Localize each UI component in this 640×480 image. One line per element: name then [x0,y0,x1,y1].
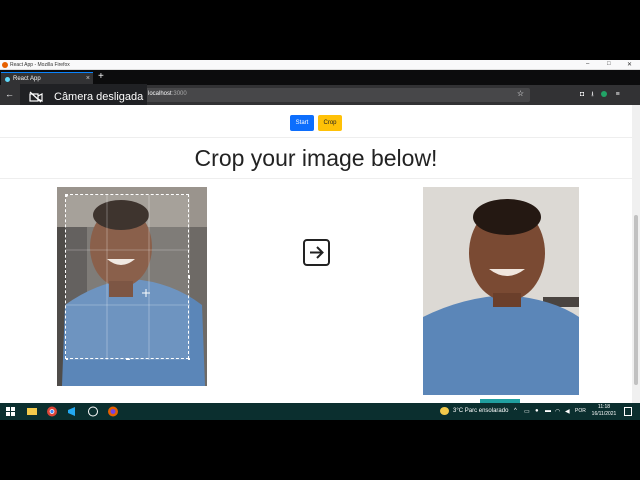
react-favicon-icon [5,77,10,82]
download-icon[interactable]: ⭳ [591,91,600,98]
camera-off-icon [29,91,43,103]
clock-date: 16/11/2021 [591,411,617,417]
window-titlebar: React App - Mozilla Firefox – □ ✕ [0,60,640,70]
crop-button[interactable]: Crop [318,115,342,131]
firefox-logo-icon [2,62,8,68]
page-content: Start Crop Crop your image below! [0,105,632,403]
obs-icon[interactable] [87,406,99,417]
window-title: React App - Mozilla Firefox [10,62,70,68]
address-bar[interactable]: localhost:3000 ☆ [140,88,530,102]
wifi-icon[interactable]: ◠ [555,408,560,415]
weather-text[interactable]: 3°C Parc ensolarado [453,408,508,414]
file-explorer-icon[interactable] [26,406,38,417]
clock-time: 11:18 [597,404,611,410]
url-text: localhost:3000 [148,91,187,97]
arrow-right-icon [303,239,330,266]
notifications-icon[interactable] [624,407,632,416]
screen: React App - Mozilla Firefox – □ ✕ React … [0,60,640,420]
toolbar-icons: ◘⭳ ≡ [580,90,627,101]
camera-status-text: Câmera desligada [54,91,144,103]
start-button[interactable]: Start [290,115,314,131]
page-heading: Crop your image below! [194,145,438,171]
network-icon[interactable]: ▭ [524,408,530,415]
microphone-icon[interactable]: ● [535,408,539,414]
clock[interactable]: 11:18 16/11/2021 [590,404,618,418]
windows-taskbar: 3°C Parc ensolarado ^ ▭ ● ▬ ◠ ◀ POR 11:1… [0,403,640,420]
back-button[interactable]: ← [5,89,14,99]
url-host: localhost [148,91,172,97]
divider [0,137,632,138]
usb-icon[interactable]: ▬ [545,408,551,414]
tab-label: React App [13,76,41,82]
tab-close-button[interactable]: × [86,75,90,82]
weather-sun-icon[interactable] [440,407,449,415]
language-indicator[interactable]: POR [575,408,586,414]
maximize-button[interactable]: □ [607,61,611,67]
minimize-button[interactable]: – [586,61,589,67]
menu-icon[interactable]: ≡ [616,91,627,98]
pocket-icon[interactable]: ◘ [580,91,591,98]
bookmark-star-icon[interactable]: ☆ [517,89,524,98]
scrollbar-thumb[interactable] [634,215,638,385]
vscode-icon[interactable] [66,406,78,417]
url-port: :3000 [171,91,187,97]
volume-icon[interactable]: ◀ [565,408,570,415]
cropped-image [423,187,579,395]
windows-start-icon[interactable] [6,407,15,416]
chrome-icon[interactable] [46,406,58,417]
cropped-person-photo [423,187,579,395]
firefox-icon[interactable] [107,406,119,417]
extension-icon[interactable] [600,91,607,98]
chevron-up-icon[interactable]: ^ [514,408,517,414]
source-image[interactable] [57,187,207,386]
crop-selection[interactable] [64,193,192,362]
close-window-button[interactable]: ✕ [627,61,632,68]
tab-strip: React App × + [0,70,640,85]
crop-grid [64,193,192,362]
scrollbar[interactable] [632,105,640,403]
new-tab-button[interactable]: + [98,71,104,82]
divider [0,178,632,179]
